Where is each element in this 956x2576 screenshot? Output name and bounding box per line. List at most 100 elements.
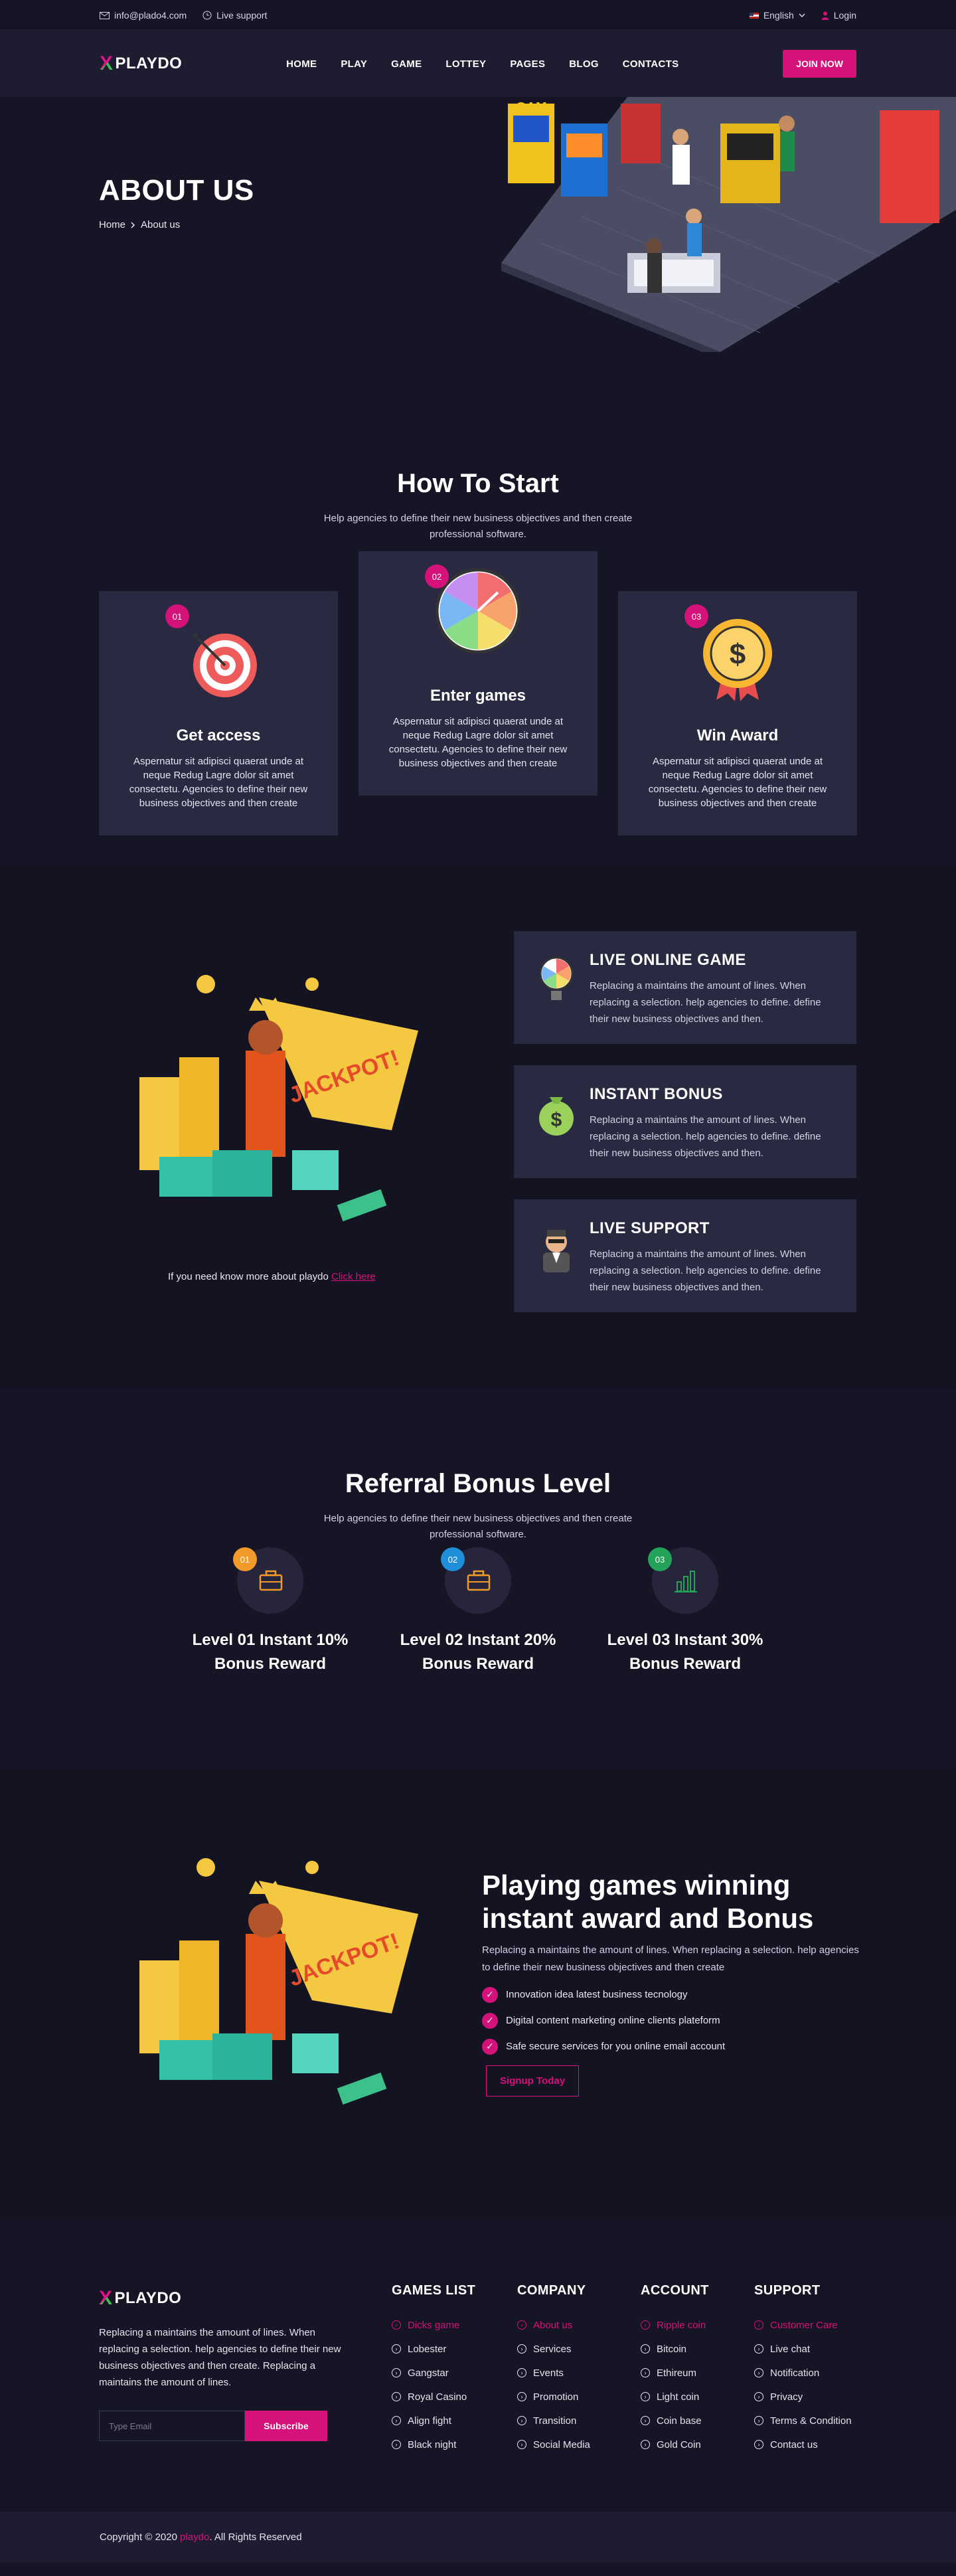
main-header: X PLAYDO HOME PLAY GAME LOTTEY PAGES BLO… [0,31,956,97]
footer-link-text: Gold Coin [657,2439,701,2450]
footer-link[interactable]: › Ripple coin [641,2313,709,2337]
chevron-right-icon [131,221,135,228]
footer-link[interactable]: › Dicks game [392,2313,475,2337]
nav-pages[interactable]: PAGES [510,58,545,70]
feature-title: INSTANT BONUS [590,1085,723,1103]
footer-link[interactable]: › About us [517,2313,590,2337]
nav-blog[interactable]: BLOG [569,58,599,70]
logo[interactable]: X PLAYDO [100,52,182,75]
brand-link[interactable]: playdo [180,2532,209,2543]
copyright-suffix: . All Rights Reserved [209,2532,302,2543]
arrow-circle-icon: › [754,2368,763,2377]
arrow-circle-icon: › [392,2392,401,2401]
footer-link-text: Black night [408,2439,457,2450]
nav-play[interactable]: PLAY [341,58,367,70]
level-number-badge: 01 [233,1547,257,1571]
main-nav: HOME PLAY GAME LOTTEY PAGES BLOG CONTACT… [286,58,678,70]
feature-title: LIVE SUPPORT [590,1219,710,1237]
referral-section: Referral Bonus Level Help agencies to de… [0,1389,956,1768]
arrow-circle-icon: › [754,2440,763,2449]
agent-icon [543,1230,570,1272]
nav-contacts[interactable]: CONTACTS [623,58,679,70]
footer-link[interactable]: › Promotion [517,2385,590,2409]
step-text: Aspernatur sit adipisci quaerat unde at … [388,716,568,769]
footer-description: Replacing a maintains the amount of line… [99,2327,341,2388]
email-link[interactable]: info@plado4.com [100,10,187,21]
breadcrumb-current: About us [141,219,181,230]
footer-link[interactable]: › Lobester [392,2337,475,2361]
svg-text:$: $ [730,638,746,671]
subscribe-button[interactable]: Subscribe [245,2411,327,2441]
step-number-badge: 02 [425,564,449,588]
footer-column-title: SUPPORT [754,2283,821,2298]
footer-link[interactable]: › Align fight [392,2409,475,2433]
footer-link[interactable]: › Gangstar [392,2361,475,2385]
email-input[interactable] [99,2411,245,2441]
footer-link[interactable]: › Royal Casino [392,2385,475,2409]
level-number-badge: 03 [648,1547,672,1571]
top-bar: info@plado4.com Live support English Log… [0,0,956,31]
live-support-text: Live support [216,10,268,21]
nav-lottey[interactable]: LOTTEY [445,58,486,70]
arrow-circle-icon: › [641,2320,650,2330]
checklist-item: ✓ Innovation idea latest business tecnol… [482,1982,725,2008]
feature-card-live-support: LIVE SUPPORT Replacing a maintains the a… [514,1199,856,1312]
check-icon: ✓ [482,1986,498,2003]
footer-link[interactable]: › Live chat [754,2337,852,2361]
step-title: Win Award [696,727,779,744]
live-support-link[interactable]: Live support [202,10,267,21]
breadcrumb-home[interactable]: Home [99,219,125,230]
nav-home[interactable]: HOME [286,58,317,70]
level-line-2: Bonus Reward [422,1655,534,1673]
footer-column-company: COMPANY › About us › Services › Events › Pro… [517,2283,590,2456]
footer-link[interactable]: › Gold Coin [641,2433,709,2456]
login-link[interactable]: Login [821,10,856,21]
footer-column-title: COMPANY [517,2283,586,2298]
step-title: Get access [176,727,261,744]
footer-link[interactable]: › Transition [517,2409,590,2433]
footer-link[interactable]: › Social Media [517,2433,590,2456]
svg-text:$: $ [551,1109,562,1131]
language-selector[interactable]: English [749,10,805,21]
winning-description: Replacing a maintains the amount of line… [482,1944,859,1973]
checklist-text: Innovation idea latest business tecnolog… [506,1989,688,2000]
checklist-text: Safe secure services for you online emai… [506,2041,726,2052]
footer-link-text: About us [533,2319,573,2331]
footer-link[interactable]: › Services [517,2337,590,2361]
footer-link[interactable]: › Notification [754,2361,852,2385]
check-icon: ✓ [482,2012,498,2029]
step-title: Enter games [430,687,526,705]
level-line-1: Level 02 Instant 20% [400,1631,556,1649]
checklist-item: ✓ Safe secure services for you online em… [482,2033,725,2059]
footer-link[interactable]: › Privacy [754,2385,852,2409]
mail-icon [100,11,110,19]
logo-text: PLAYDO [115,54,183,72]
footer-link-text: Dicks game [408,2319,460,2331]
arrow-circle-icon: › [754,2416,763,2425]
footer-link-text: Coin base [657,2415,702,2427]
footer-link-text: Privacy [770,2391,803,2403]
footer-column-title: GAMES LIST [392,2283,476,2298]
feature-text: Replacing a maintains the amount of line… [590,980,821,1025]
footer-link[interactable]: › Black night [392,2433,475,2456]
footer-logo[interactable]: X PLAYDO [99,2287,181,2310]
join-now-button[interactable]: JOIN NOW [783,50,856,78]
signup-today-button[interactable]: Signup Today [486,2065,580,2097]
nav-game[interactable]: GAME [391,58,422,70]
email-text: info@plado4.com [114,10,187,21]
footer-link[interactable]: › Light coin [641,2385,709,2409]
subscribe-form: Subscribe [99,2411,327,2441]
level-2-label: Level 02 Instant 20% Bonus Reward [392,1628,564,1676]
footer-link[interactable]: › Customer Care [754,2313,852,2337]
footer-link[interactable]: › Terms & Condition [754,2409,852,2433]
footer-link-text: Light coin [657,2391,700,2403]
footer-link[interactable]: › Bitcoin [641,2337,709,2361]
footer-link[interactable]: › Events [517,2361,590,2385]
footer-link[interactable]: › Ethireum [641,2361,709,2385]
footer-link[interactable]: › Contact us [754,2433,852,2456]
footer: X PLAYDO Replacing a maintains the amoun… [0,2219,956,2512]
page-title: ABOUT US [99,174,254,207]
click-here-link[interactable]: Click here [331,1271,376,1282]
footer-link[interactable]: › Coin base [641,2409,709,2433]
footer-link-text: Align fight [408,2415,451,2427]
